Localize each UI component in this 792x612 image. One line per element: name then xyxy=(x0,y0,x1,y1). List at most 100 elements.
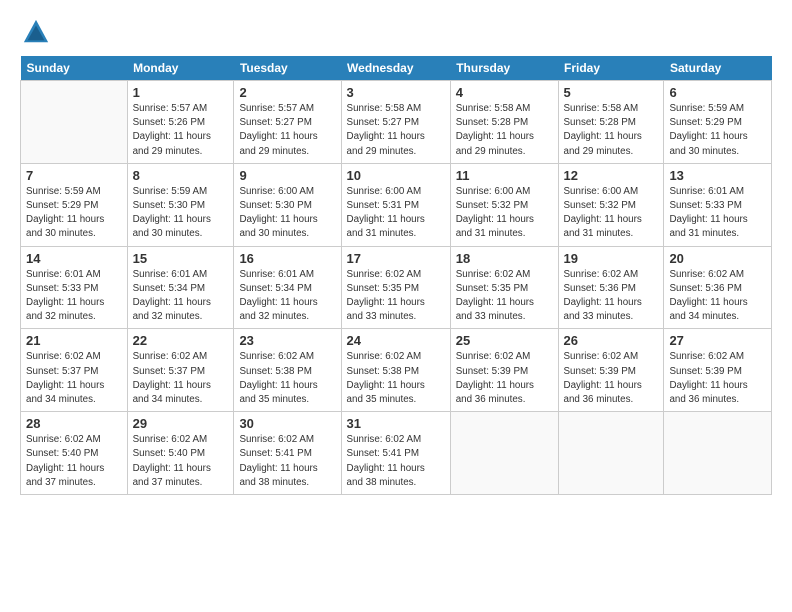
day-number: 23 xyxy=(239,333,335,348)
day-info: Sunrise: 5:58 AM Sunset: 5:27 PM Dayligh… xyxy=(347,102,445,159)
day-number: 6 xyxy=(669,85,766,100)
day-cell: 4Sunrise: 5:58 AM Sunset: 5:28 PM Daylig… xyxy=(450,81,558,164)
day-cell: 29 Sunrise: 6:02 AM Sunset: 5:40 PM Dayli… xyxy=(127,412,234,495)
day-number: 4 xyxy=(456,85,553,100)
day-number: 7 xyxy=(26,168,122,183)
day-info: Sunrise: 5:57 AM Sunset: 5:27 PM Dayligh… xyxy=(239,102,335,159)
calendar-table: SundayMondayTuesdayWednesdayThursdayFrid… xyxy=(20,56,772,495)
day-info: Sunrise: 6:02 AM Sunset: 5:41 PM Dayligh… xyxy=(239,433,335,490)
day-cell: 24 Sunrise: 6:02 AM Sunset: 5:38 PM Dayli… xyxy=(341,329,450,412)
day-info: Sunrise: 5:59 AM Sunset: 5:30 PM Dayligh… xyxy=(133,185,229,242)
day-number: 13 xyxy=(669,168,766,183)
day-info: Sunrise: 6:02 AM Sunset: 5:38 PM Dayligh… xyxy=(239,350,335,407)
day-cell: 8 Sunrise: 5:59 AM Sunset: 5:30 PM Daylig… xyxy=(127,163,234,246)
day-number: 28 xyxy=(26,416,122,431)
day-number: 22 xyxy=(133,333,229,348)
day-number: 16 xyxy=(239,251,335,266)
day-info: Sunrise: 6:01 AM Sunset: 5:33 PM Dayligh… xyxy=(26,268,122,325)
week-row-2: 7 Sunrise: 5:59 AM Sunset: 5:29 PM Daylig… xyxy=(21,163,772,246)
day-number: 1 xyxy=(133,85,229,100)
day-info: Sunrise: 6:00 AM Sunset: 5:31 PM Dayligh… xyxy=(347,185,445,242)
day-info: Sunrise: 5:59 AM Sunset: 5:29 PM Dayligh… xyxy=(669,102,766,159)
day-header-monday: Monday xyxy=(127,56,234,81)
day-info: Sunrise: 6:02 AM Sunset: 5:35 PM Dayligh… xyxy=(347,268,445,325)
day-cell: 12 Sunrise: 6:00 AM Sunset: 5:32 PM Dayli… xyxy=(558,163,664,246)
week-row-5: 28 Sunrise: 6:02 AM Sunset: 5:40 PM Dayli… xyxy=(21,412,772,495)
day-cell: 27 Sunrise: 6:02 AM Sunset: 5:39 PM Dayli… xyxy=(664,329,772,412)
day-number: 27 xyxy=(669,333,766,348)
day-cell: 3 Sunrise: 5:58 AM Sunset: 5:27 PM Daylig… xyxy=(341,81,450,164)
day-number: 30 xyxy=(239,416,335,431)
logo-icon xyxy=(22,18,50,46)
day-info: Sunrise: 6:02 AM Sunset: 5:36 PM Dayligh… xyxy=(669,268,766,325)
day-number: 29 xyxy=(133,416,229,431)
day-info: Sunrise: 5:59 AM Sunset: 5:29 PM Dayligh… xyxy=(26,185,122,242)
day-info: Sunrise: 6:02 AM Sunset: 5:41 PM Dayligh… xyxy=(347,433,445,490)
day-number: 25 xyxy=(456,333,553,348)
day-cell: 26 Sunrise: 6:02 AM Sunset: 5:39 PM Dayli… xyxy=(558,329,664,412)
day-cell: 15 Sunrise: 6:01 AM Sunset: 5:34 PM Dayli… xyxy=(127,246,234,329)
day-number: 31 xyxy=(347,416,445,431)
day-number: 8 xyxy=(133,168,229,183)
day-header-wednesday: Wednesday xyxy=(341,56,450,81)
day-header-thursday: Thursday xyxy=(450,56,558,81)
day-info: Sunrise: 6:00 AM Sunset: 5:32 PM Dayligh… xyxy=(456,185,553,242)
day-info: Sunrise: 6:02 AM Sunset: 5:40 PM Dayligh… xyxy=(133,433,229,490)
header-row: SundayMondayTuesdayWednesdayThursdayFrid… xyxy=(21,56,772,81)
day-cell: 7 Sunrise: 5:59 AM Sunset: 5:29 PM Daylig… xyxy=(21,163,128,246)
day-number: 11 xyxy=(456,168,553,183)
week-row-3: 14Sunrise: 6:01 AM Sunset: 5:33 PM Dayli… xyxy=(21,246,772,329)
day-info: Sunrise: 6:01 AM Sunset: 5:34 PM Dayligh… xyxy=(133,268,229,325)
day-number: 21 xyxy=(26,333,122,348)
day-info: Sunrise: 6:02 AM Sunset: 5:35 PM Dayligh… xyxy=(456,268,553,325)
day-info: Sunrise: 6:02 AM Sunset: 5:39 PM Dayligh… xyxy=(669,350,766,407)
day-info: Sunrise: 6:02 AM Sunset: 5:38 PM Dayligh… xyxy=(347,350,445,407)
day-info: Sunrise: 6:01 AM Sunset: 5:33 PM Dayligh… xyxy=(669,185,766,242)
day-info: Sunrise: 6:02 AM Sunset: 5:40 PM Dayligh… xyxy=(26,433,122,490)
day-number: 5 xyxy=(564,85,659,100)
page: SundayMondayTuesdayWednesdayThursdayFrid… xyxy=(0,0,792,505)
day-info: Sunrise: 6:00 AM Sunset: 5:32 PM Dayligh… xyxy=(564,185,659,242)
day-info: Sunrise: 5:58 AM Sunset: 5:28 PM Dayligh… xyxy=(564,102,659,159)
day-number: 2 xyxy=(239,85,335,100)
day-info: Sunrise: 6:02 AM Sunset: 5:36 PM Dayligh… xyxy=(564,268,659,325)
day-number: 10 xyxy=(347,168,445,183)
day-cell: 2 Sunrise: 5:57 AM Sunset: 5:27 PM Daylig… xyxy=(234,81,341,164)
day-cell: 25Sunrise: 6:02 AM Sunset: 5:39 PM Dayli… xyxy=(450,329,558,412)
day-number: 24 xyxy=(347,333,445,348)
day-number: 26 xyxy=(564,333,659,348)
day-cell xyxy=(664,412,772,495)
day-cell: 16Sunrise: 6:01 AM Sunset: 5:34 PM Dayli… xyxy=(234,246,341,329)
day-header-saturday: Saturday xyxy=(664,56,772,81)
day-cell: 21 Sunrise: 6:02 AM Sunset: 5:37 PM Dayli… xyxy=(21,329,128,412)
day-number: 3 xyxy=(347,85,445,100)
day-number: 12 xyxy=(564,168,659,183)
day-cell: 20 Sunrise: 6:02 AM Sunset: 5:36 PM Dayli… xyxy=(664,246,772,329)
day-info: Sunrise: 5:57 AM Sunset: 5:26 PM Dayligh… xyxy=(133,102,229,159)
day-cell: 14Sunrise: 6:01 AM Sunset: 5:33 PM Dayli… xyxy=(21,246,128,329)
day-cell: 10 Sunrise: 6:00 AM Sunset: 5:31 PM Dayli… xyxy=(341,163,450,246)
day-number: 15 xyxy=(133,251,229,266)
day-cell: 9Sunrise: 6:00 AM Sunset: 5:30 PM Daylig… xyxy=(234,163,341,246)
day-header-sunday: Sunday xyxy=(21,56,128,81)
day-info: Sunrise: 6:00 AM Sunset: 5:30 PM Dayligh… xyxy=(239,185,335,242)
day-cell: 6 Sunrise: 5:59 AM Sunset: 5:29 PM Daylig… xyxy=(664,81,772,164)
day-cell: 30 Sunrise: 6:02 AM Sunset: 5:41 PM Dayli… xyxy=(234,412,341,495)
day-cell xyxy=(21,81,128,164)
day-number: 20 xyxy=(669,251,766,266)
day-info: Sunrise: 6:02 AM Sunset: 5:37 PM Dayligh… xyxy=(133,350,229,407)
day-number: 19 xyxy=(564,251,659,266)
day-cell: 28 Sunrise: 6:02 AM Sunset: 5:40 PM Dayli… xyxy=(21,412,128,495)
week-row-4: 21 Sunrise: 6:02 AM Sunset: 5:37 PM Dayli… xyxy=(21,329,772,412)
day-cell: 19 Sunrise: 6:02 AM Sunset: 5:36 PM Dayli… xyxy=(558,246,664,329)
day-info: Sunrise: 6:02 AM Sunset: 5:39 PM Dayligh… xyxy=(564,350,659,407)
day-cell: 23 Sunrise: 6:02 AM Sunset: 5:38 PM Dayli… xyxy=(234,329,341,412)
day-info: Sunrise: 6:02 AM Sunset: 5:37 PM Dayligh… xyxy=(26,350,122,407)
day-cell xyxy=(450,412,558,495)
day-cell: 18Sunrise: 6:02 AM Sunset: 5:35 PM Dayli… xyxy=(450,246,558,329)
day-cell: 1 Sunrise: 5:57 AM Sunset: 5:26 PM Daylig… xyxy=(127,81,234,164)
day-cell: 31 Sunrise: 6:02 AM Sunset: 5:41 PM Dayli… xyxy=(341,412,450,495)
day-cell: 11 Sunrise: 6:00 AM Sunset: 5:32 PM Dayli… xyxy=(450,163,558,246)
day-cell: 17Sunrise: 6:02 AM Sunset: 5:35 PM Dayli… xyxy=(341,246,450,329)
logo xyxy=(20,18,50,46)
